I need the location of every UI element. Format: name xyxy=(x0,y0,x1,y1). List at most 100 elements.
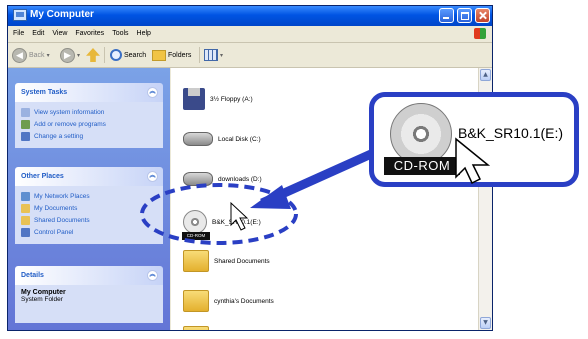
task-label: Change a setting xyxy=(34,132,84,140)
task-add-remove-programs[interactable]: Add or remove programs xyxy=(21,118,157,130)
menu-favorites[interactable]: Favorites xyxy=(70,26,107,37)
toolbar-separator xyxy=(199,47,200,63)
control-panel-icon xyxy=(21,131,30,141)
scroll-up-icon[interactable]: ▲ xyxy=(480,69,491,81)
place-label: Shared Documents xyxy=(34,216,90,224)
folder-partial[interactable] xyxy=(183,326,209,330)
add-remove-programs-icon xyxy=(21,119,30,129)
views-icon xyxy=(204,49,218,61)
back-arrow-icon: ◀ xyxy=(12,47,27,63)
folder-shared-documents[interactable]: Shared Documents xyxy=(183,250,270,272)
folder-label: Shared Documents xyxy=(214,257,270,265)
minimize-button[interactable] xyxy=(439,8,454,23)
other-places-panel: Other Places ︽ My Network Places My Docu… xyxy=(15,167,163,244)
close-button[interactable] xyxy=(475,8,490,23)
back-button[interactable]: ◀ Back ▾ xyxy=(12,46,50,64)
chevron-down-icon: ▾ xyxy=(220,52,224,59)
drive-cd-e[interactable]: CD-ROM B&K_SR10.1(E:) xyxy=(182,210,261,240)
place-shared-documents[interactable]: Shared Documents xyxy=(21,214,157,226)
folder-label: cynthia's Documents xyxy=(214,297,274,305)
place-control-panel[interactable]: Control Panel xyxy=(21,226,157,238)
folder-cynthias-documents[interactable]: cynthia's Documents xyxy=(183,290,274,312)
details-body: My Computer System Folder xyxy=(15,285,163,323)
folder-icon xyxy=(183,290,209,312)
place-label: Control Panel xyxy=(34,228,74,236)
menu-tools[interactable]: Tools xyxy=(107,26,131,37)
task-change-setting[interactable]: Change a setting xyxy=(21,130,157,142)
forward-arrow-icon: ▶ xyxy=(60,47,75,63)
windows-logo-icon xyxy=(474,28,486,39)
folder-icon xyxy=(183,250,209,272)
folder-icon xyxy=(21,215,30,225)
details-type: System Folder xyxy=(21,296,63,303)
up-arrow-icon xyxy=(86,48,100,62)
hard-drive-icon xyxy=(183,132,213,146)
forward-button[interactable]: ▶ ▾ xyxy=(60,46,80,64)
chevron-down-icon: ▾ xyxy=(77,52,81,59)
up-folder-button[interactable] xyxy=(86,46,100,64)
drive-label: Local Disk (C:) xyxy=(218,135,261,143)
drive-label: downloads (D:) xyxy=(218,175,262,183)
menu-view[interactable]: View xyxy=(47,26,70,37)
other-places-body: My Network Places My Documents Shared Do… xyxy=(15,186,163,244)
chevron-down-icon: ▾ xyxy=(46,52,50,59)
details-header[interactable]: Details ︽ xyxy=(15,266,163,285)
menu-file[interactable]: File xyxy=(8,26,27,37)
drive-label: 3½ Floppy (A:) xyxy=(210,95,253,103)
system-info-icon xyxy=(21,107,30,117)
menu-edit[interactable]: Edit xyxy=(27,26,47,37)
scroll-down-icon[interactable]: ▼ xyxy=(480,317,491,329)
hard-drive-icon xyxy=(183,172,213,186)
floppy-drive-icon xyxy=(183,88,205,110)
search-icon xyxy=(110,49,122,61)
views-button[interactable]: ▾ xyxy=(204,46,223,64)
drive-downloads-d[interactable]: downloads (D:) xyxy=(183,172,262,186)
collapse-chevron-icon[interactable]: ︽ xyxy=(147,270,158,281)
place-label: My Documents xyxy=(34,204,78,212)
cd-rom-badge: CD-ROM xyxy=(384,157,460,175)
task-label: View system information xyxy=(34,108,105,116)
system-tasks-header[interactable]: System Tasks ︽ xyxy=(15,83,163,102)
folders-button[interactable]: Folders xyxy=(152,46,191,64)
folder-icon xyxy=(183,326,209,330)
zoom-callout: CD-ROM B&K_SR10.1(E:) xyxy=(369,92,579,187)
task-label: Add or remove programs xyxy=(34,120,106,128)
folders-label: Folders xyxy=(168,51,192,59)
cd-disc-icon xyxy=(390,103,452,165)
maximize-button[interactable] xyxy=(457,8,472,23)
back-label: Back xyxy=(29,51,45,59)
other-places-header[interactable]: Other Places ︽ xyxy=(15,167,163,186)
task-view-system-info[interactable]: View system information xyxy=(21,106,157,118)
folder-icon xyxy=(152,49,166,61)
place-my-documents[interactable]: My Documents xyxy=(21,202,157,214)
drive-label: B&K_SR10.1(E:) xyxy=(212,218,261,226)
collapse-chevron-icon[interactable]: ︽ xyxy=(147,171,158,182)
collapse-chevron-icon[interactable]: ︽ xyxy=(147,87,158,98)
drive-floppy-a[interactable]: 3½ Floppy (A:) xyxy=(183,88,253,110)
toolbar: ◀ Back ▾ ▶ ▾ Search Folders ▾ xyxy=(8,43,492,68)
other-places-title: Other Places xyxy=(21,173,64,180)
drive-local-disk-c[interactable]: Local Disk (C:) xyxy=(183,132,261,146)
network-icon xyxy=(21,191,30,201)
place-label: My Network Places xyxy=(34,192,90,200)
details-name: My Computer xyxy=(21,289,66,296)
window-title: My Computer xyxy=(30,9,94,20)
menu-help[interactable]: Help xyxy=(132,26,154,37)
details-panel: Details ︽ My Computer System Folder xyxy=(15,266,163,323)
my-computer-icon xyxy=(13,9,27,21)
control-panel-icon xyxy=(21,227,30,237)
system-tasks-title: System Tasks xyxy=(21,89,68,96)
search-label: Search xyxy=(124,51,147,59)
toolbar-separator xyxy=(104,47,105,63)
cd-rom-badge: CD-ROM xyxy=(182,232,210,240)
menu-bar: File Edit View Favorites Tools Help xyxy=(8,26,492,43)
folder-icon xyxy=(21,203,30,213)
system-tasks-panel: System Tasks ︽ View system information A… xyxy=(15,83,163,148)
place-my-network-places[interactable]: My Network Places xyxy=(21,190,157,202)
title-bar[interactable]: My Computer xyxy=(8,6,492,26)
system-tasks-body: View system information Add or remove pr… xyxy=(15,102,163,148)
cd-drive-icon: CD-ROM xyxy=(182,210,210,240)
task-pane: System Tasks ︽ View system information A… xyxy=(8,68,170,330)
details-title: Details xyxy=(21,272,44,279)
search-button[interactable]: Search xyxy=(110,46,146,64)
